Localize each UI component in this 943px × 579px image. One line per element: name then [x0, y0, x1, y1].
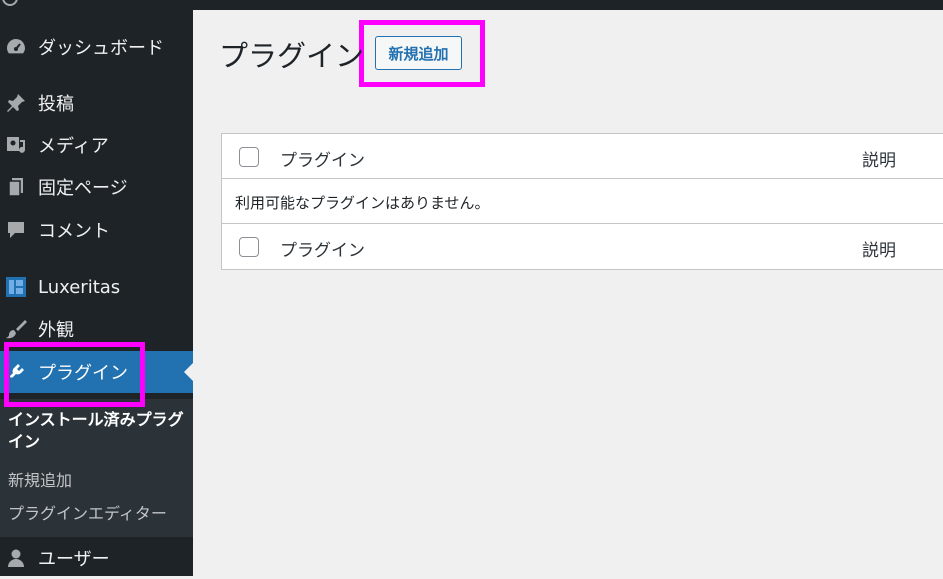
column-header-plugin[interactable]: プラグイン [280, 146, 365, 171]
dashboard-icon [5, 36, 27, 58]
comment-icon [5, 219, 27, 241]
plugins-submenu: インストール済みプラグイン 新規追加 プラグインエディター [0, 399, 193, 537]
sidebar-item-posts[interactable]: 投稿 [0, 82, 193, 124]
table-footer-row: プラグイン 説明 [222, 224, 943, 269]
sidebar-item-label: 固定ページ [38, 178, 128, 199]
sidebar-item-luxeritas[interactable]: Luxeritas [0, 266, 193, 308]
admin-bar [0, 0, 943, 10]
media-icon [5, 134, 27, 156]
current-menu-arrow [184, 363, 193, 381]
plugin-icon [5, 361, 27, 383]
add-new-button[interactable]: 新規追加 [375, 36, 462, 70]
submenu-item-plugin-editor[interactable]: プラグインエディター [8, 500, 167, 524]
submenu-item-installed-plugins[interactable]: インストール済みプラグイン [8, 409, 188, 453]
sidebar-item-label: メディア [38, 136, 109, 157]
page-title: プラグイン [219, 39, 365, 73]
sidebar-item-label: ダッシュボード [38, 38, 164, 59]
sidebar-item-label: 外観 [38, 320, 74, 341]
table-row: 利用可能なプラグインはありません。 [222, 179, 943, 224]
sidebar-item-label: コメント [38, 221, 110, 242]
page-icon [5, 176, 27, 198]
sidebar-item-media[interactable]: メディア [0, 124, 193, 166]
sidebar-item-users[interactable]: ユーザー [0, 537, 193, 579]
column-footer-plugin[interactable]: プラグイン [280, 236, 365, 261]
sidebar-item-pages[interactable]: 固定ページ [0, 166, 193, 208]
user-icon [5, 547, 27, 569]
sidebar-item-plugins[interactable]: プラグイン [0, 351, 193, 393]
pin-icon [5, 92, 27, 114]
sidebar-item-label: プラグイン [38, 363, 128, 384]
sidebar-item-label: ユーザー [38, 549, 110, 570]
sidebar-item-appearance[interactable]: 外観 [0, 308, 193, 350]
column-header-description: 説明 [862, 151, 896, 171]
sidebar-item-label: Luxeritas [38, 276, 121, 298]
select-all-checkbox-footer[interactable] [239, 237, 259, 257]
luxeritas-icon [5, 276, 27, 298]
table-header-row: プラグイン 説明 [222, 134, 943, 179]
submenu-item-add-new[interactable]: 新規追加 [8, 467, 72, 491]
empty-table-message: 利用可能なプラグインはありません。 [235, 194, 490, 212]
sidebar-item-label: 投稿 [38, 94, 74, 115]
column-footer-description: 説明 [862, 241, 896, 261]
select-all-checkbox[interactable] [239, 147, 259, 167]
sidebar-item-dashboard[interactable]: ダッシュボード [0, 26, 193, 68]
sidebar-item-comments[interactable]: コメント [0, 209, 193, 251]
plugins-table: プラグイン 説明 利用可能なプラグインはありません。 プラグイン 説明 [221, 133, 943, 270]
wordpress-logo-icon[interactable] [2, 0, 18, 6]
brush-icon [5, 318, 27, 340]
